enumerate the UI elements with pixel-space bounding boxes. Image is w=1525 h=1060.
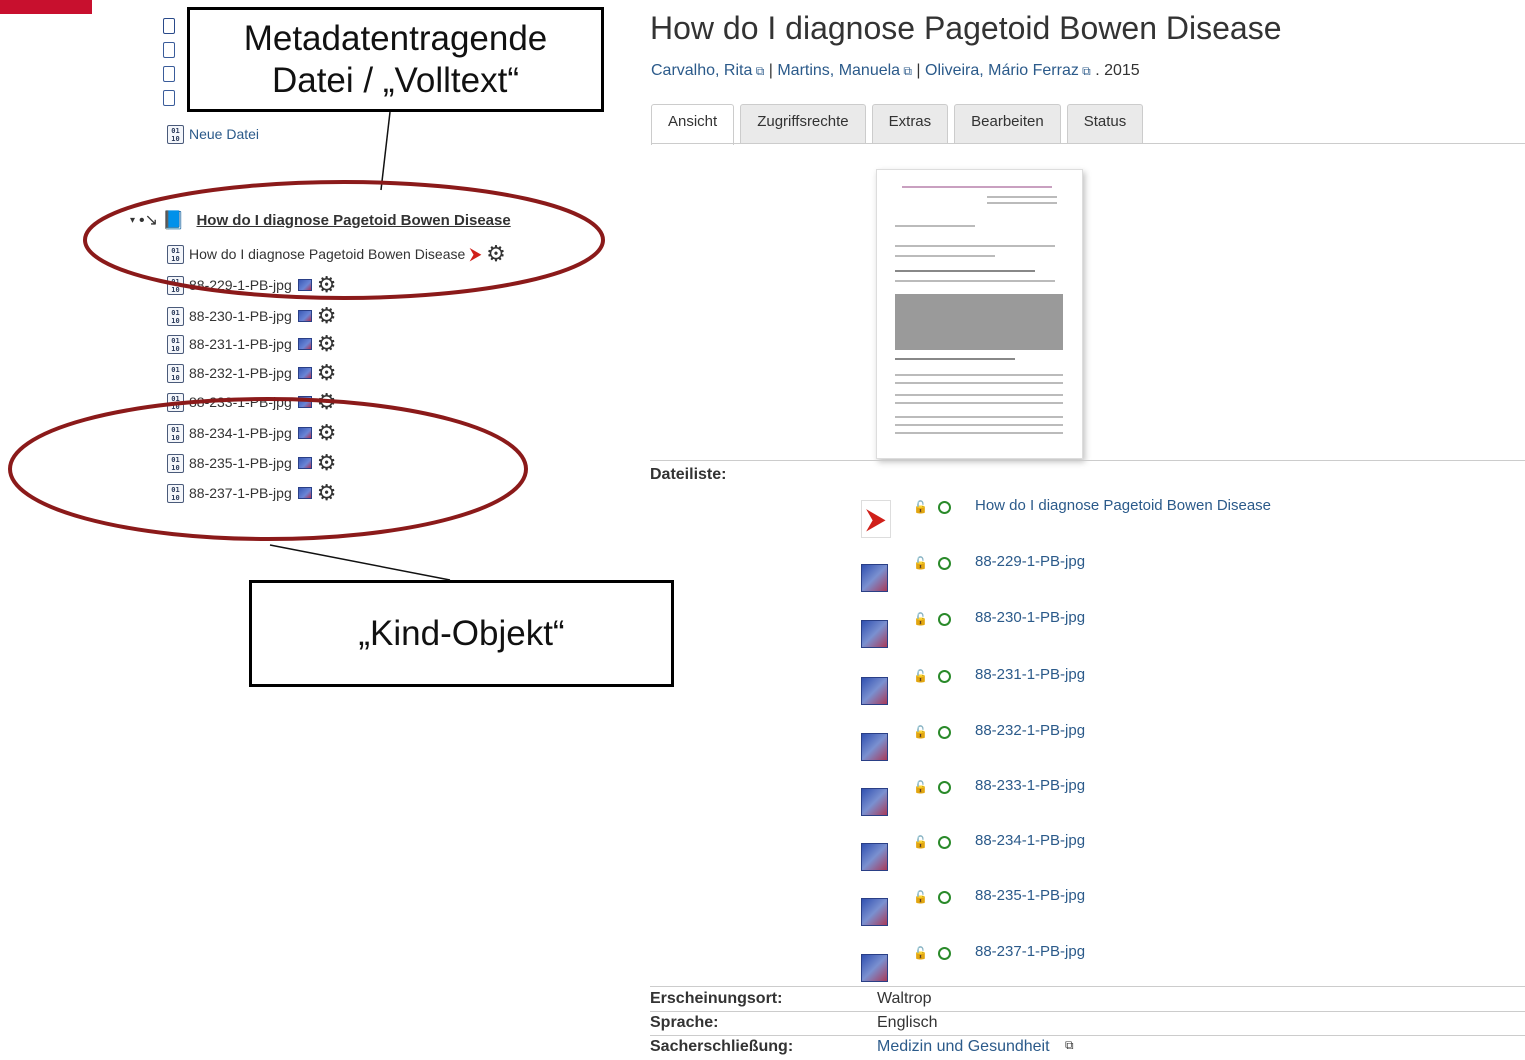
open-access-lock-icon: 🔓 — [913, 669, 928, 683]
highlight-ellipse-bottom — [8, 397, 528, 541]
external-link-icon[interactable]: ⧉ — [900, 64, 912, 78]
open-access-lock-icon: 🔓 — [913, 500, 928, 514]
metadata-row: Sprache: Englisch — [650, 1014, 1525, 1036]
tab-bar: Ansicht Zugriffsrechte Extras Bearbeiten… — [651, 104, 1144, 145]
image-thumbnail-icon[interactable] — [861, 733, 888, 761]
image-thumbnail-icon[interactable] — [861, 898, 888, 926]
status-circle-icon — [938, 613, 951, 626]
divider — [650, 460, 1525, 461]
open-access-lock-icon: 🔓 — [913, 946, 928, 960]
file-row: 🔓 88-232-1-PB-jpg — [861, 722, 1461, 765]
file-link[interactable]: 88-237-1-PB-jpg — [975, 943, 1085, 960]
image-thumbnail-icon[interactable] — [861, 620, 888, 648]
tab-zugriffsrechte[interactable]: Zugriffsrechte — [740, 104, 866, 143]
open-access-lock-icon: 🔓 — [913, 725, 928, 739]
author-link[interactable]: Oliveira, Mário Ferraz — [925, 62, 1079, 79]
open-access-lock-icon: 🔓 — [913, 835, 928, 849]
external-link-icon[interactable]: ⧉ — [1079, 64, 1091, 78]
open-access-lock-icon: 🔓 — [913, 890, 928, 904]
status-circle-icon — [938, 501, 951, 514]
tab-status[interactable]: Status — [1066, 104, 1144, 143]
metadata-value: Waltrop — [877, 990, 932, 1007]
metadata-key: Sprache: — [650, 1014, 719, 1031]
external-link-icon[interactable]: ⧉ — [1065, 1038, 1074, 1053]
file-link[interactable]: 88-230-1-PB-jpg — [975, 609, 1085, 626]
image-thumbnail-icon[interactable] — [861, 677, 888, 705]
status-circle-icon — [938, 836, 951, 849]
file-link[interactable]: 88-232-1-PB-jpg — [975, 722, 1085, 739]
open-access-lock-icon: 🔓 — [913, 556, 928, 570]
document-preview-thumbnail[interactable] — [876, 169, 1083, 459]
metadata-row: Sacherschließung: Medizin und Gesundheit ⧉ — [650, 1038, 1525, 1060]
metadata-row: Erscheinungsort: Waltrop — [650, 990, 1525, 1012]
tab-bearbeiten[interactable]: Bearbeiten — [954, 104, 1061, 143]
image-thumbnail-icon[interactable] — [861, 564, 888, 592]
status-circle-icon — [938, 947, 951, 960]
author-link[interactable]: Carvalho, Rita — [651, 62, 752, 79]
file-link[interactable]: 88-231-1-PB-jpg — [975, 666, 1085, 683]
highlight-ellipse-top — [83, 180, 605, 300]
tab-underline — [651, 143, 1525, 144]
status-circle-icon — [938, 557, 951, 570]
file-link[interactable]: 88-229-1-PB-jpg — [975, 553, 1085, 570]
file-row: ⮞ 🔓 How do I diagnose Pagetoid Bowen Disea… — [861, 497, 1461, 540]
page-title: How do I diagnose Pagetoid Bowen Disease — [650, 10, 1282, 46]
status-circle-icon — [938, 726, 951, 739]
tab-extras[interactable]: Extras — [871, 104, 949, 143]
connector-line-top — [380, 111, 391, 191]
file-row: 🔓 88-233-1-PB-jpg — [861, 777, 1461, 820]
status-circle-icon — [938, 670, 951, 683]
divider — [650, 986, 1525, 987]
metadata-key: Sacherschließung: — [650, 1038, 794, 1055]
file-row: 🔓 88-235-1-PB-jpg — [861, 887, 1461, 930]
metadata-link[interactable]: Medizin und Gesundheit — [877, 1038, 1050, 1056]
file-link[interactable]: 88-233-1-PB-jpg — [975, 777, 1085, 794]
file-row: 🔓 88-237-1-PB-jpg — [861, 943, 1461, 986]
filelist-label: Dateiliste: — [650, 466, 727, 483]
image-thumbnail-icon[interactable] — [861, 843, 888, 871]
author-line: Carvalho, Rita ⧉ | Martins, Manuela ⧉ | … — [651, 62, 1140, 79]
file-row: 🔓 88-230-1-PB-jpg — [861, 609, 1461, 652]
file-row: 🔓 88-234-1-PB-jpg — [861, 832, 1461, 875]
tab-ansicht[interactable]: Ansicht — [651, 104, 735, 145]
status-circle-icon — [938, 781, 951, 794]
author-link[interactable]: Martins, Manuela — [777, 62, 900, 79]
metadata-key: Erscheinungsort: — [650, 990, 783, 1007]
image-thumbnail-icon[interactable] — [861, 954, 888, 982]
file-link[interactable]: 88-235-1-PB-jpg — [975, 887, 1085, 904]
file-link[interactable]: 88-234-1-PB-jpg — [975, 832, 1085, 849]
image-thumbnail-icon[interactable] — [861, 788, 888, 816]
metadata-value: Englisch — [877, 1014, 938, 1031]
connector-line-bottom — [269, 544, 451, 581]
file-link[interactable]: How do I diagnose Pagetoid Bowen Disease — [975, 497, 1271, 514]
open-access-lock-icon: 🔓 — [913, 780, 928, 794]
open-access-lock-icon: 🔓 — [913, 612, 928, 626]
status-circle-icon — [938, 891, 951, 904]
pdf-icon[interactable]: ⮞ — [861, 500, 891, 538]
file-row: 🔓 88-231-1-PB-jpg — [861, 666, 1461, 709]
external-link-icon[interactable]: ⧉ — [752, 64, 765, 78]
file-row: 🔓 88-229-1-PB-jpg — [861, 553, 1461, 596]
year: . 2015 — [1095, 62, 1140, 79]
